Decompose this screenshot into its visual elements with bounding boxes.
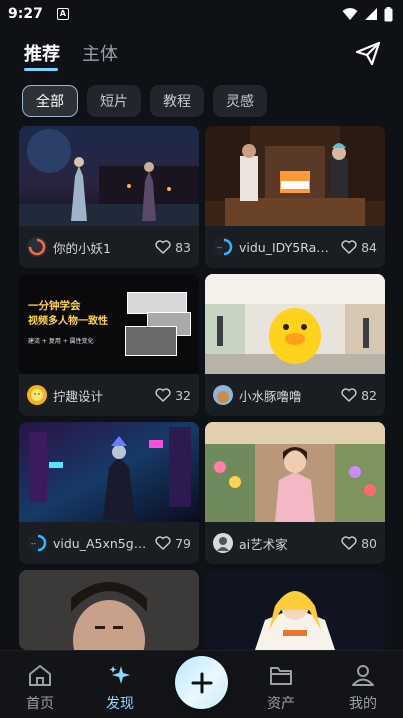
video-card[interactable] — [205, 570, 385, 650]
like-count[interactable]: 32 — [155, 388, 191, 403]
heart-icon[interactable] — [341, 388, 357, 402]
user-avatar[interactable]: -- — [213, 237, 233, 257]
like-number: 82 — [361, 387, 377, 403]
nav-home[interactable]: 首页 — [10, 663, 70, 713]
username[interactable]: 拧趣设计 — [53, 386, 149, 405]
folder-icon — [270, 667, 292, 685]
video-thumbnail[interactable] — [205, 422, 385, 522]
home-icon — [29, 665, 51, 686]
status-time: 9:27 — [8, 6, 43, 22]
heart-icon[interactable] — [155, 536, 171, 550]
heart-icon[interactable] — [155, 240, 171, 254]
like-count[interactable]: 80 — [341, 536, 377, 551]
card-meta: 你的小妖1 83 — [19, 226, 199, 268]
video-card[interactable]: 小水豚噜噜 82 — [205, 274, 385, 416]
thumb-tags: 建流 + 复用 + 属性变化 — [28, 338, 94, 345]
filter-shorts[interactable]: 短片 — [87, 85, 141, 117]
nav-discover[interactable]: 发现 — [90, 663, 150, 713]
filter-inspiration[interactable]: 灵感 — [213, 85, 267, 117]
username[interactable]: ai艺术家 — [239, 534, 335, 553]
video-card[interactable]: 你的小妖1 83 — [19, 126, 199, 268]
video-card[interactable]: ai艺术家 80 — [205, 422, 385, 564]
svg-text:--: -- — [217, 244, 223, 252]
username[interactable]: vidu_A5xn5gy... — [53, 536, 149, 551]
nav-profile[interactable]: 我的 — [333, 663, 393, 713]
video-card[interactable]: -- vidu_A5xn5gy... 79 — [19, 422, 199, 564]
tab-recommended[interactable]: 推荐 — [24, 40, 60, 66]
video-thumbnail[interactable] — [19, 422, 199, 522]
video-thumbnail[interactable] — [205, 274, 385, 374]
status-icons — [342, 6, 393, 22]
thumb-collage — [125, 326, 177, 356]
filter-chips: 全部 短片 教程 灵感 — [22, 85, 267, 117]
nav-label: 发现 — [106, 696, 134, 712]
send-icon[interactable] — [353, 38, 383, 68]
create-button[interactable] — [175, 656, 228, 709]
like-count[interactable]: 79 — [155, 536, 191, 551]
heart-icon[interactable] — [155, 388, 171, 402]
filter-tutorial[interactable]: 教程 — [150, 85, 204, 117]
wifi-icon — [342, 8, 358, 20]
sparkle-icon — [109, 666, 130, 684]
header: 推荐 主体 — [0, 30, 403, 76]
video-thumbnail[interactable] — [19, 570, 199, 650]
nav-label: 资产 — [267, 696, 295, 712]
video-card[interactable]: 一分钟学会 视频多人物一致性 建流 + 复用 + 属性变化 拧趣设计 32 — [19, 274, 199, 416]
thumb-title: 一分钟学会 — [28, 300, 81, 312]
tab-subject[interactable]: 主体 — [82, 40, 118, 66]
plus-icon — [191, 672, 212, 693]
thumb-collage — [127, 292, 187, 314]
card-meta: -- vidu_A5xn5gy... 79 — [19, 522, 199, 564]
heart-icon[interactable] — [341, 536, 357, 550]
video-thumbnail[interactable]: 一分钟学会 视频多人物一致性 建流 + 复用 + 属性变化 — [19, 274, 199, 374]
thumb-headline: 视频多人物一致性 — [28, 316, 108, 327]
video-card[interactable]: -- vidu_IDY5RaFt... 84 — [205, 126, 385, 268]
like-number: 32 — [175, 387, 191, 403]
video-thumbnail[interactable] — [205, 570, 385, 650]
active-tab-indicator — [24, 68, 58, 71]
notification-a-icon: A — [56, 8, 69, 20]
signal-icon — [365, 8, 377, 20]
username[interactable]: 小水豚噜噜 — [239, 386, 335, 405]
user-avatar[interactable] — [27, 237, 47, 257]
video-card[interactable] — [19, 570, 199, 650]
svg-text:--: -- — [31, 540, 37, 548]
video-thumbnail[interactable] — [19, 126, 199, 226]
user-avatar[interactable] — [213, 533, 233, 553]
nav-label: 首页 — [26, 696, 54, 712]
video-thumbnail[interactable] — [205, 126, 385, 226]
user-avatar[interactable]: -- — [27, 533, 47, 553]
user-avatar[interactable] — [27, 385, 47, 405]
like-number: 80 — [361, 535, 377, 551]
battery-icon — [384, 6, 393, 21]
username[interactable]: 你的小妖1 — [53, 238, 149, 257]
card-meta: 小水豚噜噜 82 — [205, 374, 385, 416]
card-meta: -- vidu_IDY5RaFt... 84 — [205, 226, 385, 268]
user-avatar[interactable] — [213, 385, 233, 405]
heart-icon[interactable] — [341, 240, 357, 254]
like-count[interactable]: 84 — [341, 240, 377, 255]
status-bar: 9:27 A — [0, 0, 403, 28]
nav-assets[interactable]: 资产 — [251, 663, 311, 713]
like-number: 83 — [175, 239, 191, 255]
like-number: 79 — [175, 535, 191, 551]
card-meta: 拧趣设计 32 — [19, 374, 199, 416]
person-icon — [352, 665, 374, 686]
like-count[interactable]: 82 — [341, 388, 377, 403]
nav-label: 我的 — [349, 696, 377, 712]
like-count[interactable]: 83 — [155, 240, 191, 255]
card-meta: ai艺术家 80 — [205, 522, 385, 564]
username[interactable]: vidu_IDY5RaFt... — [239, 240, 335, 255]
filter-all[interactable]: 全部 — [22, 85, 78, 117]
like-number: 84 — [361, 239, 377, 255]
